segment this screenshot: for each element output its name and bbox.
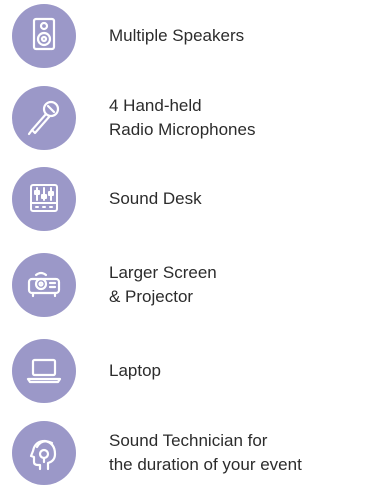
list-item: Multiple Speakers	[12, 4, 362, 68]
microphone-icon	[12, 86, 76, 150]
projector-icon	[12, 253, 76, 317]
speaker-icon	[12, 4, 76, 68]
list-item: 4 Hand-held Radio Microphones	[12, 86, 362, 150]
item-label: Multiple Speakers	[109, 26, 245, 45]
laptop-icon	[12, 339, 76, 403]
list-item: Laptop	[12, 339, 362, 403]
sound-technician-icon	[12, 421, 76, 485]
list-item: Larger Screen & Projector	[12, 253, 362, 317]
list-item: Sound Technician for the duration of you…	[12, 421, 362, 485]
item-label: 4 Hand-held Radio Microphones	[109, 96, 256, 139]
item-label: Sound Technician for the duration of you…	[109, 431, 302, 474]
item-label: Laptop	[109, 361, 161, 380]
item-label: Sound Desk	[109, 189, 202, 208]
list-item: Sound Desk	[12, 167, 362, 231]
item-label: Larger Screen & Projector	[109, 263, 217, 306]
sound-desk-icon	[12, 167, 76, 231]
equipment-list: Multiple Speakers 4 Hand-held Radio Micr…	[0, 0, 365, 485]
